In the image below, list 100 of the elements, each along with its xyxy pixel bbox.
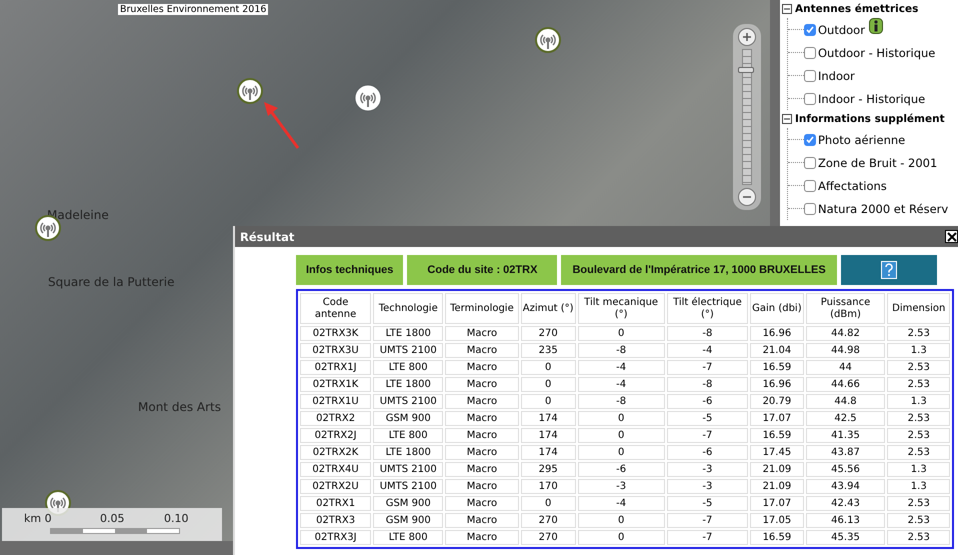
collapse-icon[interactable] (782, 4, 792, 14)
checkbox[interactable] (804, 24, 816, 36)
table-cell: -3 (578, 479, 665, 494)
table-cell: 2.53 (887, 377, 950, 392)
table-cell: 270 (520, 513, 576, 528)
column-header: Gain (dbi) (750, 293, 804, 324)
table-cell: 02TRX1 (300, 496, 372, 511)
layer-label: Indoor (818, 68, 855, 82)
table-cell: LTE 800 (373, 360, 444, 375)
table-cell: 46.13 (806, 513, 886, 528)
table-cell: 2.53 (887, 496, 950, 511)
table-cell: Macro (445, 428, 519, 443)
table-cell: 16.59 (750, 530, 804, 545)
table-cell: -4 (578, 377, 665, 392)
table-cell: 2.53 (887, 445, 950, 460)
info-tab[interactable]: Code du site : 02TRX (407, 255, 558, 285)
table-cell: -4 (578, 496, 665, 511)
table-cell: 0 (520, 377, 576, 392)
place-label: Square de la Putterie (48, 275, 174, 289)
zoom-slider-thumb[interactable] (738, 67, 754, 74)
table-cell: Macro (445, 377, 519, 392)
table-cell: 17.07 (750, 496, 804, 511)
table-cell: Macro (445, 462, 519, 477)
table-cell: 44.8 (806, 394, 886, 409)
table-cell: 0 (520, 496, 576, 511)
table-cell: GSM 900 (373, 513, 444, 528)
column-header: Puissance (dBm) (806, 293, 886, 324)
table-cell: 1.3 (887, 479, 950, 494)
column-header: Azimut (°) (520, 293, 576, 324)
table-cell: 43.94 (806, 479, 886, 494)
table-cell: 45.35 (806, 530, 886, 545)
column-header: Code antenne (300, 293, 372, 324)
table-cell: 1.3 (887, 394, 950, 409)
table-cell: UMTS 2100 (373, 479, 444, 494)
checkbox[interactable] (804, 134, 816, 146)
table-cell: 17.45 (750, 445, 804, 460)
table-cell: 174 (520, 428, 576, 443)
table-cell: GSM 900 (373, 411, 444, 426)
table-cell: 16.96 (750, 326, 804, 341)
table-cell: -6 (666, 394, 748, 409)
table-cell: 174 (520, 445, 576, 460)
table-cell: LTE 1800 (373, 377, 444, 392)
table-cell: 02TRX2U (300, 479, 372, 494)
checkbox[interactable] (804, 180, 816, 192)
table-cell: 2.53 (887, 360, 950, 375)
table-cell: 42.5 (806, 411, 886, 426)
table-cell: 0 (578, 326, 665, 341)
help-icon[interactable] (840, 255, 937, 285)
table-cell: 2.53 (887, 411, 950, 426)
table-cell: 21.04 (750, 343, 804, 358)
table-cell: -7 (666, 513, 748, 528)
table-cell: 235 (520, 343, 576, 358)
layer-group-label: Antennes émettrices (795, 3, 918, 15)
checkbox[interactable] (804, 92, 816, 104)
checkbox[interactable] (804, 46, 816, 58)
arrow-icon (262, 100, 302, 152)
table-cell: -7 (666, 428, 748, 443)
table-cell: 295 (520, 462, 576, 477)
table-cell: 21.09 (750, 479, 804, 494)
table-cell: Macro (445, 513, 519, 528)
info-icon[interactable] (868, 18, 883, 34)
column-header: Tilt électrique (°) (666, 293, 748, 324)
column-header: Dimension (887, 293, 950, 324)
table-cell: -8 (578, 343, 665, 358)
table-cell: Macro (445, 343, 519, 358)
table-cell: 16.59 (750, 428, 804, 443)
table-cell: Macro (445, 445, 519, 460)
checkbox[interactable] (804, 202, 816, 214)
table-cell: 16.59 (750, 360, 804, 375)
table-cell: Macro (445, 479, 519, 494)
scale-label: 0.10 (164, 512, 188, 525)
table-cell: -8 (666, 326, 748, 341)
table-cell: -7 (666, 530, 748, 545)
table-cell: 17.05 (750, 513, 804, 528)
checkbox[interactable] (804, 156, 816, 168)
dialog-title: Résultat (240, 230, 294, 244)
scale-label: km 0 (24, 512, 52, 525)
layer-label: Indoor - Historique (818, 92, 926, 106)
table-cell: -3 (666, 479, 748, 494)
table-cell: 02TRX3 (300, 513, 372, 528)
layer-label: Photo aérienne (818, 132, 906, 146)
collapse-icon[interactable] (782, 114, 792, 124)
table-cell: -5 (666, 496, 748, 511)
info-tab[interactable]: Infos techniques (296, 255, 404, 285)
table-cell: LTE 1800 (373, 326, 444, 341)
info-tab[interactable]: Boulevard de l'Impératrice 17, 1000 BRUXELLES (561, 255, 837, 285)
table-cell: -4 (578, 360, 665, 375)
close-icon[interactable] (945, 230, 958, 243)
table-cell: -8 (578, 394, 665, 409)
table-cell: 0 (578, 513, 665, 528)
scale-label: 0.05 (100, 512, 124, 525)
table-cell: 0 (578, 428, 665, 443)
table-cell: 02TRX4U (300, 462, 372, 477)
table-cell: Macro (445, 496, 519, 511)
table-cell: 02TRX3K (300, 326, 372, 341)
table-cell: 02TRX1U (300, 394, 372, 409)
column-header: Terminologie (445, 293, 519, 324)
checkbox[interactable] (804, 70, 816, 82)
table-cell: 43.87 (806, 445, 886, 460)
table-cell: Macro (445, 326, 519, 341)
